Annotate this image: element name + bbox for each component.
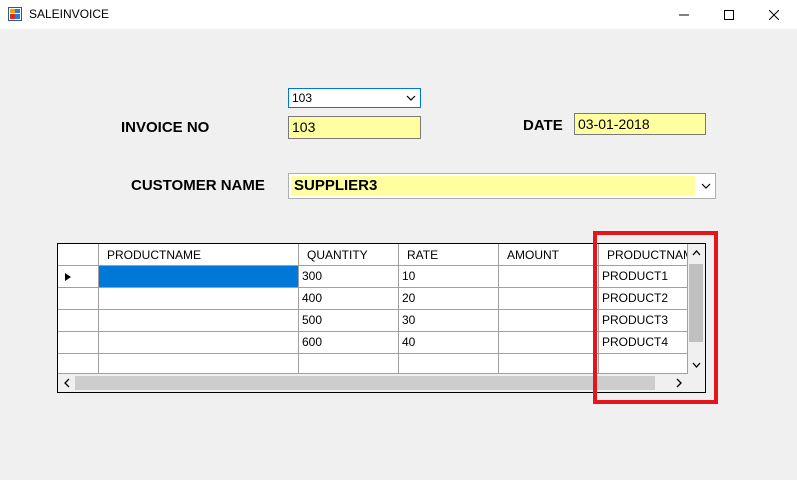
invoice-no-field[interactable]: 103	[288, 116, 421, 139]
grid-cell[interactable]: 300	[299, 266, 399, 288]
customer-name-combo[interactable]: SUPPLIER3	[288, 173, 716, 199]
horizontal-scroll-thumb[interactable]	[75, 376, 655, 390]
invoice-select-combo[interactable]: 103	[288, 88, 421, 108]
grid-cell[interactable]	[499, 288, 599, 310]
row-header[interactable]	[58, 288, 99, 310]
close-icon	[769, 9, 779, 20]
date-label: DATE	[523, 117, 563, 134]
grid-cell[interactable]: 400	[299, 288, 399, 310]
date-field[interactable]: 03-01-2018	[574, 113, 706, 135]
maximize-button[interactable]	[706, 0, 752, 29]
grid-cell[interactable]	[499, 332, 599, 354]
grid-cell[interactable]	[499, 354, 599, 374]
grid-cell[interactable]: 10	[399, 266, 499, 288]
minimize-button[interactable]	[661, 0, 707, 29]
window-title: SALEINVOICE	[29, 7, 110, 21]
grid-cell[interactable]	[99, 266, 299, 288]
current-row-arrow-icon	[65, 273, 71, 281]
chevron-down-icon	[406, 95, 416, 101]
grid-cell[interactable]	[499, 266, 599, 288]
row-header[interactable]	[58, 332, 99, 354]
grid-cell[interactable]: 30	[399, 310, 499, 332]
grid-cell[interactable]	[99, 310, 299, 332]
column-header-rate[interactable]: RATE	[399, 244, 499, 266]
grid-cell[interactable]: 500	[299, 310, 399, 332]
row-header[interactable]	[58, 266, 99, 288]
highlight-annotation-box	[593, 231, 718, 404]
title-bar: SALEINVOICE	[0, 0, 797, 29]
minimize-icon	[679, 14, 689, 15]
row-header[interactable]	[58, 354, 99, 374]
app-icon	[8, 7, 22, 21]
grid-cell[interactable]	[99, 288, 299, 310]
row-header[interactable]	[58, 310, 99, 332]
column-header-quantity[interactable]: QUANTITY	[299, 244, 399, 266]
grid-cell[interactable]: 20	[399, 288, 499, 310]
invoice-no-label: INVOICE NO	[121, 119, 210, 136]
customer-name-value: SUPPLIER3	[291, 176, 695, 196]
grid-cell[interactable]: 600	[299, 332, 399, 354]
grid-cell[interactable]	[299, 354, 399, 374]
chevron-down-icon	[701, 183, 711, 189]
grid-cell[interactable]: 40	[399, 332, 499, 354]
maximize-icon	[724, 9, 734, 20]
grid-corner-header	[58, 244, 99, 266]
close-button[interactable]	[751, 0, 797, 29]
customer-name-label: CUSTOMER NAME	[131, 177, 265, 194]
grid-cell[interactable]	[499, 310, 599, 332]
column-header-amount[interactable]: AMOUNT	[499, 244, 599, 266]
grid-cell[interactable]	[99, 354, 299, 374]
grid-cell[interactable]	[99, 332, 299, 354]
column-header-productname[interactable]: PRODUCTNAME	[99, 244, 299, 266]
invoice-select-value: 103	[292, 91, 313, 105]
scroll-left-icon[interactable]	[60, 374, 74, 392]
grid-cell[interactable]	[399, 354, 499, 374]
